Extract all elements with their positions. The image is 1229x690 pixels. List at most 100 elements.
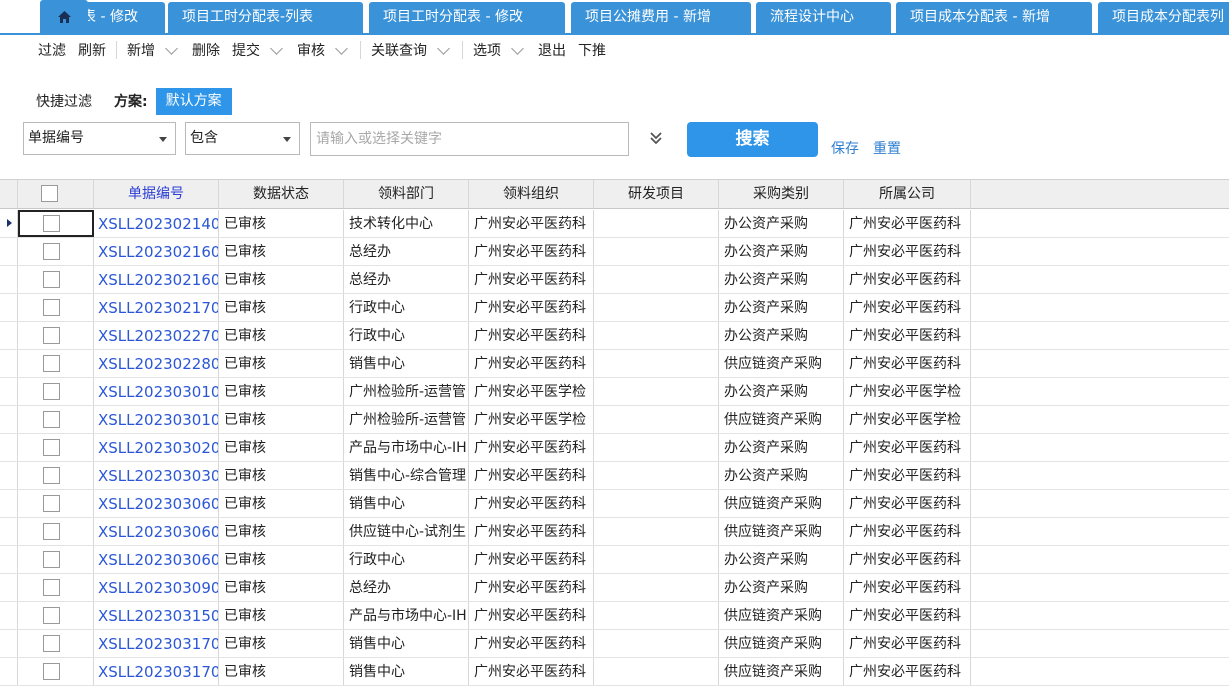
related-query-button[interactable]: 关联查询 xyxy=(365,37,458,63)
toolbar-divider xyxy=(462,41,463,59)
chevron-down-icon[interactable] xyxy=(165,41,178,55)
cell-dept: 销售中心 xyxy=(344,658,469,685)
chevron-down-icon[interactable] xyxy=(270,41,283,55)
add-button[interactable]: 新增 xyxy=(121,37,186,63)
table-row[interactable]: XSLL202302170 已审核 行政中心 广州安必平医药科 办公资产采购 广州安必平医… xyxy=(0,294,1229,322)
table-row[interactable]: XSLL202303170 已审核 销售中心 广州安必平医药科 供应链资产采购 广州安必平… xyxy=(0,630,1229,658)
table-row[interactable]: XSLL202303170 已审核 销售中心 广州安必平医药科 供应链资产采购 广州安必平… xyxy=(0,658,1229,686)
row-checkbox[interactable] xyxy=(43,355,60,372)
cell-bill-no[interactable]: XSLL202302280 xyxy=(94,350,219,377)
submit-button[interactable]: 提交 xyxy=(226,37,291,63)
cell-category: 办公资产采购 xyxy=(719,378,844,405)
row-checkbox[interactable] xyxy=(43,215,60,232)
row-checkbox[interactable] xyxy=(43,411,60,428)
refresh-button[interactable]: 刷新 xyxy=(72,37,112,63)
delete-button[interactable]: 删除 xyxy=(186,37,226,63)
column-header-bill-no[interactable]: 单据编号 xyxy=(94,180,219,208)
cell-bill-no[interactable]: XSLL202302140 xyxy=(94,210,219,237)
row-checkbox[interactable] xyxy=(43,551,60,568)
row-checkbox[interactable] xyxy=(43,439,60,456)
table-row[interactable]: XSLL202302160 已审核 总经办 广州安必平医药科 办公资产采购 广州安必平医药… xyxy=(0,266,1229,294)
table-row[interactable]: XSLL202303060 已审核 供应链中心-试剂生 广州安必平医药科 供应链资产采购… xyxy=(0,518,1229,546)
table-row[interactable]: XSLL202302280 已审核 销售中心 广州安必平医药科 供应链资产采购 广州安必平… xyxy=(0,350,1229,378)
tab-project-hours-edit[interactable]: 项目工时分配表 - 修改 xyxy=(369,2,565,33)
column-header-company[interactable]: 所属公司 xyxy=(844,180,971,208)
tab-label: 项目成本分配表 - 新增 xyxy=(910,9,1050,25)
column-header-status[interactable]: 数据状态 xyxy=(219,180,344,208)
table-row[interactable]: XSLL202302140 已审核 技术转化中心 广州安必平医药科 办公资产采购 广州安必… xyxy=(0,210,1229,238)
cell-bill-no[interactable]: XSLL202303090 xyxy=(94,574,219,601)
operator-select[interactable]: 包含 xyxy=(185,122,300,155)
cell-bill-no[interactable]: XSLL202302160 xyxy=(94,266,219,293)
expand-double-chevron-icon[interactable] xyxy=(648,130,664,146)
row-checkbox[interactable] xyxy=(43,495,60,512)
keyword-input[interactable] xyxy=(310,122,629,156)
cell-bill-no[interactable]: XSLL202302160 xyxy=(94,238,219,265)
column-header-category[interactable]: 采购类别 xyxy=(719,180,844,208)
table-row[interactable]: XSLL202303060 已审核 行政中心 广州安必平医药科 办公资产采购 广州安必平医… xyxy=(0,546,1229,574)
table-row[interactable]: XSLL202303090 已审核 总经办 广州安必平医药科 办公资产采购 广州安必平医药… xyxy=(0,574,1229,602)
cell-bill-no[interactable]: XSLL202303170 xyxy=(94,630,219,657)
row-checkbox[interactable] xyxy=(43,523,60,540)
table-row[interactable]: XSLL202303010 已审核 广州检验所-运营管 广州安必平医学检 供应链资产采购… xyxy=(0,406,1229,434)
options-button[interactable]: 选项 xyxy=(467,37,532,63)
row-checkbox[interactable] xyxy=(43,327,60,344)
tab-process-design-center[interactable]: 流程设计中心 xyxy=(756,2,891,33)
tab-project-cost-add[interactable]: 项目成本分配表 - 新增 xyxy=(896,2,1092,33)
table-row[interactable]: XSLL202303010 已审核 广州检验所-运营管 广州安必平医学检 办公资产采购广… xyxy=(0,378,1229,406)
row-checkbox[interactable] xyxy=(43,299,60,316)
cell-bill-no[interactable]: XSLL202302170 xyxy=(94,294,219,321)
chevron-down-icon[interactable] xyxy=(511,41,524,55)
row-indicator-header xyxy=(0,180,18,208)
cell-bill-no[interactable]: XSLL202303010 xyxy=(94,406,219,433)
row-checkbox[interactable] xyxy=(43,579,60,596)
cell-bill-no[interactable]: XSLL202303010 xyxy=(94,378,219,405)
row-checkbox[interactable] xyxy=(43,663,60,680)
tab-project-shared-cost-add[interactable]: 项目公摊费用 - 新增 xyxy=(571,2,751,33)
cell-bill-no[interactable]: XSLL202303020 xyxy=(94,434,219,461)
tab-partial-edit[interactable]: 表 - 修改 xyxy=(88,2,165,33)
cell-bill-no[interactable]: XSLL202303170 xyxy=(94,658,219,685)
table-row[interactable]: XSLL202303020 已审核 产品与市场中心-IH 广州安必平医药科 办公资产采购… xyxy=(0,434,1229,462)
tab-project-hours-list[interactable]: 项目工时分配表-列表 xyxy=(168,2,363,33)
cell-bill-no[interactable]: XSLL202303150 xyxy=(94,602,219,629)
table-row[interactable]: XSLL202302160 已审核 总经办 广州安必平医药科 办公资产采购 广州安必平医药… xyxy=(0,238,1229,266)
default-scheme-button[interactable]: 默认方案 xyxy=(155,87,232,115)
filter-button[interactable]: 过滤 xyxy=(32,37,72,63)
cell-bill-no[interactable]: XSLL202303030 xyxy=(94,462,219,489)
cell-project xyxy=(594,322,719,349)
cell-bill-no[interactable]: XSLL202303060 xyxy=(94,490,219,517)
select-all-cell xyxy=(18,180,94,208)
column-header-org[interactable]: 领料组织 xyxy=(469,180,594,208)
table-row[interactable]: XSLL202302270 已审核 行政中心 广州安必平医药科 办公资产采购 广州安必平医… xyxy=(0,322,1229,350)
home-tab[interactable] xyxy=(40,0,88,33)
chevron-down-icon[interactable] xyxy=(335,41,348,55)
cell-bill-no[interactable]: XSLL202303060 xyxy=(94,518,219,545)
chevron-down-icon[interactable] xyxy=(437,41,450,55)
tab-project-cost-list[interactable]: 项目成本分配表列 xyxy=(1098,2,1229,33)
audit-button[interactable]: 审核 xyxy=(291,37,356,63)
table-row[interactable]: XSLL202303060 已审核 销售中心 广州安必平医药科 供应链资产采购 广州安必平… xyxy=(0,490,1229,518)
table-row[interactable]: XSLL202303030 已审核 销售中心-综合管理 广州安必平医药科 办公资产采购广… xyxy=(0,462,1229,490)
cell-status: 已审核 xyxy=(219,462,344,489)
row-checkbox[interactable] xyxy=(43,635,60,652)
row-checkbox[interactable] xyxy=(43,243,60,260)
row-checkbox[interactable] xyxy=(43,271,60,288)
column-header-project[interactable]: 研发项目 xyxy=(594,180,719,208)
cell-bill-no[interactable]: XSLL202302270 xyxy=(94,322,219,349)
cell-category: 供应链资产采购 xyxy=(719,350,844,377)
exit-button[interactable]: 退出 xyxy=(532,37,572,63)
cell-dept: 供应链中心-试剂生 xyxy=(344,518,469,545)
field-select[interactable]: 单据编号 xyxy=(23,122,176,155)
push-down-button[interactable]: 下推 xyxy=(572,37,612,63)
save-link[interactable]: 保存 xyxy=(831,138,859,158)
search-button[interactable]: 搜索 xyxy=(687,122,818,157)
row-checkbox[interactable] xyxy=(43,467,60,484)
reset-link[interactable]: 重置 xyxy=(873,138,901,158)
table-row[interactable]: XSLL202303150 已审核 产品与市场中心-IH 广州安必平医药科 供应链资产采… xyxy=(0,602,1229,630)
cell-bill-no[interactable]: XSLL202303060 xyxy=(94,546,219,573)
select-all-checkbox[interactable] xyxy=(41,185,58,202)
column-header-dept[interactable]: 领料部门 xyxy=(344,180,469,208)
row-checkbox[interactable] xyxy=(43,607,60,624)
row-checkbox[interactable] xyxy=(43,383,60,400)
